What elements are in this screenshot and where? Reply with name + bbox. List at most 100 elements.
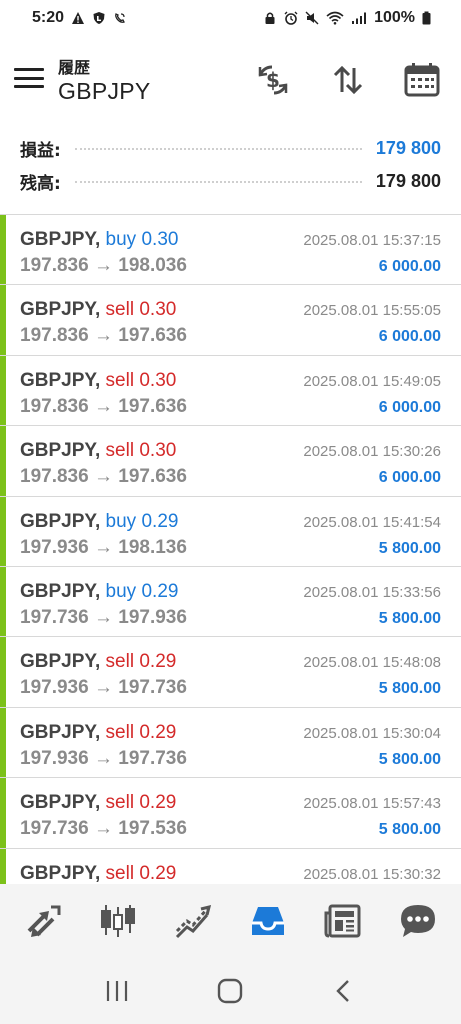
balance-label: 残高: — [20, 169, 69, 194]
deal-profit: 5 800.00 — [378, 609, 441, 627]
deal-row[interactable]: GBPJPY, buy 0.30 197.836 → 198.036 2025.… — [0, 215, 461, 286]
deal-profit: 6 000.00 — [378, 398, 441, 416]
deal-list[interactable]: GBPJPY, buy 0.30 197.836 → 198.036 2025.… — [0, 214, 461, 884]
newspaper-icon[interactable] — [317, 895, 369, 947]
deal-prices: 197.936 → 197.736 — [20, 677, 187, 699]
deal-profit: 6 000.00 — [378, 328, 441, 346]
signal-icon — [352, 12, 367, 24]
profit-indicator-bar — [0, 285, 6, 355]
alarm-icon — [284, 11, 298, 25]
profit-value: 179 800 — [375, 138, 441, 158]
price-arrow: → — [93, 395, 113, 417]
deal-prices: 197.836 → 197.636 — [20, 396, 187, 418]
deal-prices: 197.736 → 197.936 — [20, 607, 187, 629]
back-icon[interactable] — [324, 971, 364, 1011]
deal-symbol: GBPJPY, — [20, 510, 101, 532]
deal-volume: 0.29 — [139, 721, 177, 743]
profit-indicator-bar — [0, 215, 6, 285]
deal-volume: 0.30 — [141, 229, 179, 250]
chat-bubble-icon[interactable] — [392, 895, 444, 947]
deal-direction: sell — [105, 440, 135, 462]
hamburger-menu-icon[interactable] — [14, 66, 44, 90]
deal-title: GBPJPY, sell 0.29 — [20, 863, 176, 884]
deal-title: GBPJPY, sell 0.30 — [20, 299, 176, 321]
deal-type: sell 0.29 — [106, 722, 177, 743]
shield-icon — [93, 12, 105, 24]
deal-row[interactable]: GBPJPY, sell 0.29 197.936 → 197.736 2025… — [0, 637, 461, 708]
deal-prices: 197.936 → 198.136 — [20, 537, 187, 559]
lock-icon — [265, 12, 275, 24]
page-subtitle: 履歴 — [58, 58, 91, 77]
deal-volume: 0.29 — [141, 510, 179, 532]
sort-icon[interactable] — [328, 60, 368, 100]
profit-indicator-bar — [0, 707, 6, 778]
deal-type: sell 0.30 — [106, 370, 177, 391]
deal-type: sell 0.30 — [106, 299, 177, 320]
price-arrow: → — [93, 747, 113, 769]
deal-open-price: 197.936 — [20, 677, 89, 699]
deal-time: 2025.08.01 15:49:05 — [303, 372, 441, 390]
deal-close-price: 198.136 — [118, 536, 187, 558]
price-arrow: → — [93, 466, 113, 488]
deal-row[interactable]: GBPJPY, sell 0.29 197.936 → 197.736 2025… — [0, 707, 461, 779]
candlestick-icon[interactable] — [92, 895, 144, 947]
profit-indicator-bar — [0, 848, 6, 884]
price-arrow: → — [93, 818, 113, 840]
deal-prices: 197.836 → 198.036 — [20, 255, 187, 277]
deal-time: 2025.08.01 15:57:43 — [303, 795, 441, 813]
deal-direction: sell — [105, 721, 135, 743]
deal-open-price: 197.736 — [20, 606, 89, 628]
price-arrow: → — [93, 325, 113, 347]
deal-type: sell 0.29 — [106, 863, 177, 884]
quotes-arrows-icon[interactable] — [17, 895, 69, 947]
deal-symbol: GBPJPY, — [20, 440, 101, 462]
deal-profit: 5 800.00 — [378, 821, 441, 839]
page-title[interactable]: GBPJPY — [58, 78, 151, 105]
bottom-nav — [0, 884, 461, 958]
deal-title: GBPJPY, buy 0.30 — [20, 229, 178, 251]
deal-volume: 0.29 — [139, 862, 177, 884]
deal-time: 2025.08.01 15:48:08 — [303, 654, 441, 672]
summary-panel: 損益: 179 800 残高: 179 800 — [0, 132, 461, 198]
price-arrow: → — [93, 255, 113, 276]
deal-direction: sell — [105, 862, 135, 884]
deal-row[interactable]: GBPJPY, sell 0.29 2025.08.01 15:30:32 — [0, 848, 461, 884]
profit-indicator-bar — [0, 496, 6, 566]
deal-volume: 0.30 — [139, 440, 177, 462]
deal-prices: 197.936 → 197.736 — [20, 748, 187, 770]
deal-title: GBPJPY, buy 0.29 — [20, 581, 178, 603]
deal-row[interactable]: GBPJPY, buy 0.29 197.936 → 198.136 2025.… — [0, 496, 461, 567]
recent-apps-icon[interactable] — [97, 971, 137, 1011]
deal-close-price: 197.636 — [118, 325, 187, 347]
dotted-leader — [74, 180, 362, 183]
trend-icon[interactable] — [167, 895, 219, 947]
deal-open-price: 197.836 — [20, 325, 89, 347]
deal-time: 2025.08.01 15:37:15 — [303, 232, 441, 249]
deal-row[interactable]: GBPJPY, sell 0.29 197.736 → 197.536 2025… — [0, 778, 461, 849]
status-time: 5:20 — [32, 9, 65, 26]
deal-open-price: 197.936 — [20, 747, 89, 769]
inbox-icon[interactable] — [242, 895, 294, 947]
deal-time: 2025.08.01 15:33:56 — [303, 583, 441, 601]
deal-close-price: 197.736 — [118, 677, 187, 699]
deal-profit: 6 000.00 — [378, 469, 441, 487]
deal-profit: 5 800.00 — [378, 680, 441, 698]
deal-profit: 5 800.00 — [378, 750, 441, 768]
deal-row[interactable]: GBPJPY, sell 0.30 197.836 → 197.636 2025… — [0, 355, 461, 427]
deal-symbol: GBPJPY, — [20, 721, 101, 743]
balance-value: 179 800 — [375, 171, 441, 191]
profit-indicator-bar — [0, 566, 6, 637]
currency-exchange-icon[interactable]: $ — [253, 60, 293, 100]
home-icon[interactable] — [210, 971, 250, 1011]
calendar-icon[interactable] — [402, 60, 442, 100]
deal-row[interactable]: GBPJPY, sell 0.30 197.836 → 197.636 2025… — [0, 285, 461, 356]
deal-profit: 5 800.00 — [378, 539, 441, 557]
deal-open-price: 197.936 — [20, 536, 89, 558]
deal-direction: buy — [105, 580, 137, 602]
deal-symbol: GBPJPY, — [20, 862, 101, 884]
battery-icon — [422, 11, 431, 25]
price-arrow: → — [93, 606, 113, 628]
deal-row[interactable]: GBPJPY, sell 0.30 197.836 → 197.636 2025… — [0, 426, 461, 497]
deal-time: 2025.08.01 15:55:05 — [303, 302, 441, 320]
deal-row[interactable]: GBPJPY, buy 0.29 197.736 → 197.936 2025.… — [0, 566, 461, 638]
